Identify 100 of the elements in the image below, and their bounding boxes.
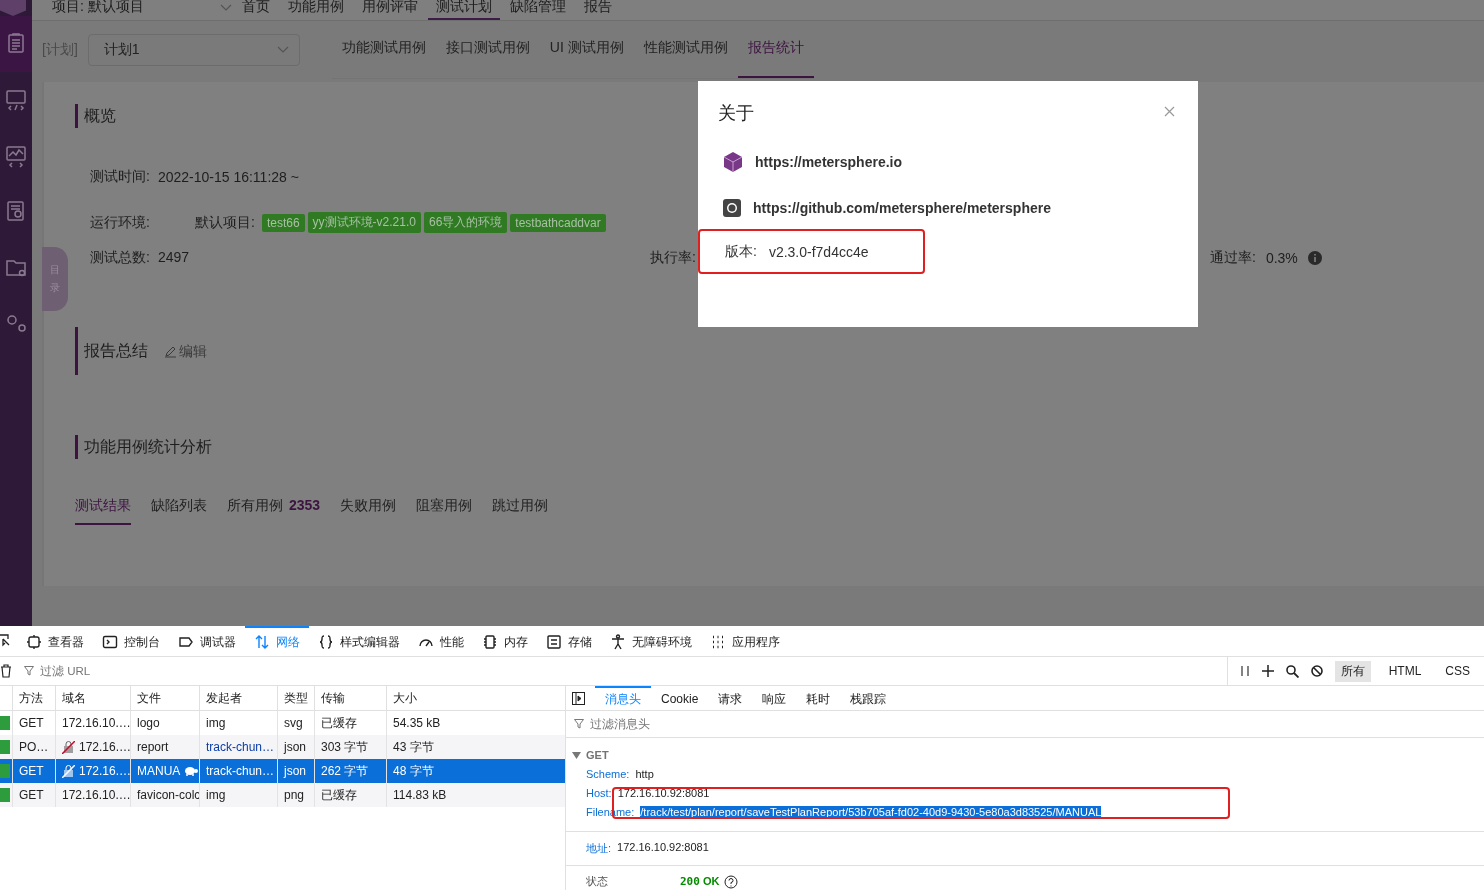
table-cell: img [206,716,226,730]
devtools-tab[interactable]: 性能 [409,626,473,656]
cube-logo-icon [723,151,743,173]
type-filter-button[interactable]: 所有 [1334,660,1371,682]
plan-tab[interactable]: UI 测试用例 [539,20,634,78]
field-label: 测试总数: [90,249,150,267]
header-name: 地址: [586,841,612,856]
detail-tab[interactable]: 耗时 [796,686,841,710]
status-label: 状态 [586,874,609,889]
filter-url-field[interactable]: 过滤 URL [38,664,1227,678]
chevron-icon [219,4,232,12]
field-value: 0.3% [1265,250,1298,266]
devtools-tab[interactable]: 存储 [537,626,601,656]
devtools-tab[interactable]: 查看器 [17,626,93,656]
plan-select[interactable]: 计划1 [87,33,300,66]
column-header[interactable]: 传输 [314,686,386,710]
request-section-toggle[interactable]: GET [572,746,1484,764]
status-badge [0,716,10,730]
block-icon[interactable] [1310,665,1323,677]
table-cell: 114.83 kB [386,783,565,807]
devtools-tab[interactable]: 网络 [245,626,309,656]
link[interactable]: https://metersphere.io [755,154,903,170]
table-cell: 172.16.10.… [62,716,130,730]
field-label: 默认项目: [195,213,255,232]
column-header[interactable]: 大小 [386,686,565,710]
result-tab[interactable]: 阻塞用例 [416,497,473,525]
picker-icon[interactable] [0,634,11,648]
result-tab[interactable]: 失败用例 [340,497,397,525]
column-header[interactable]: 文件 [130,686,199,710]
table-cell: GET [12,783,55,807]
terminal-icon [102,634,118,650]
plan-tab[interactable]: 报告统计 [737,20,814,78]
request-row[interactable]: GET 172.16.… MANUA track-chun… json 262 字节 48 字节 [0,759,565,783]
table-cell: 已缓存 [314,783,386,807]
trash-icon[interactable] [0,664,12,678]
logo-icon [0,0,26,16]
braces-icon [318,634,334,650]
status-badge [0,788,10,802]
detail-tab[interactable]: 栈跟踪 [840,686,897,710]
status-value: 200 OK [680,875,720,888]
filter-icon [574,719,584,729]
plan-tab[interactable]: 功能测试用例 [331,20,436,78]
devtools-tab[interactable]: 调试器 [169,626,245,656]
devtools-tab[interactable]: 控制台 [93,626,169,656]
project-select[interactable]: 项目: 默认项目 [52,0,144,18]
close-icon[interactable] [1164,106,1175,117]
chip-icon [482,634,498,650]
detail-tab[interactable]: 请求 [708,686,753,710]
detail-tab[interactable]: 响应 [752,686,797,710]
frame-icon [26,634,42,650]
filter-icon [24,666,34,676]
pause-icon[interactable] [1239,665,1250,677]
detail-tab[interactable]: 消息头 [595,686,651,710]
nav-tab[interactable]: 测试计划 [427,0,500,20]
column-header[interactable]: 发起者 [199,686,277,710]
devtools-tab[interactable]: 内存 [473,626,537,656]
initiator-link[interactable]: track-chun… [206,740,275,754]
sidebar-item[interactable] [0,16,32,72]
type-filter-button[interactable]: CSS [1439,662,1476,680]
nav-tab[interactable]: 首页 [233,0,278,18]
field-label: 通过率: [1210,249,1256,267]
info-icon[interactable] [1307,251,1322,265]
help-icon[interactable] [724,874,739,889]
plan-tab[interactable]: 性能测试用例 [633,20,738,78]
nav-tab[interactable]: 报告 [575,0,620,18]
arrows-icon [254,634,270,650]
header-name: Scheme: [586,767,630,780]
result-tab[interactable]: 缺陷列表 [151,497,207,525]
plus-icon[interactable] [1261,665,1274,677]
devtools-tab[interactable]: 样式编辑器 [309,626,409,656]
filter-headers-field[interactable]: 过滤消息头 [588,717,1484,731]
devtools-tab[interactable]: 应用程序 [701,626,789,656]
link[interactable]: https://github.com/metersphere/metersphere [753,200,1051,216]
type-filter-button[interactable]: HTML [1382,662,1428,680]
column-header[interactable]: 方法 [12,686,55,710]
detail-tab[interactable]: Cookie [651,686,709,710]
result-tab[interactable]: 所有用例 2353 [227,497,321,525]
result-tab[interactable]: 测试结果 [75,497,131,525]
field-value: 2022-10-15 16:11:28 ~ [157,169,299,185]
header-value: 172.16.10.92:8081 [617,841,709,855]
search-icon[interactable] [1285,664,1299,678]
column-header[interactable]: 类型 [277,686,314,710]
env-tag: testbathcaddvar [510,213,606,232]
initiator-link[interactable]: track-chun… [206,764,275,778]
plan-tab[interactable]: 接口测试用例 [435,20,540,78]
nav-tab[interactable]: 功能用例 [279,0,352,18]
env-tag: yy测试环境-v2.21.0 [307,212,421,233]
field-label: 运行环境: [90,213,151,232]
nav-tab[interactable]: 缺陷管理 [501,0,574,18]
result-tab[interactable]: 跳过用例 [492,497,549,525]
chevron-icon [276,45,289,54]
tag-icon [178,634,194,650]
header-name: Host: [586,786,612,799]
column-header[interactable]: 域名 [55,686,130,710]
caret-icon [572,751,581,759]
devtools-tab[interactable]: 无障碍环境 [601,626,701,656]
sidebar-toggle-icon[interactable] [572,691,585,705]
table-cell: MANUA [137,764,181,778]
request-row[interactable]: PO… 172.16.… report track-chun… json 303 字节 43 字节 [0,735,565,759]
person-icon [610,634,626,650]
